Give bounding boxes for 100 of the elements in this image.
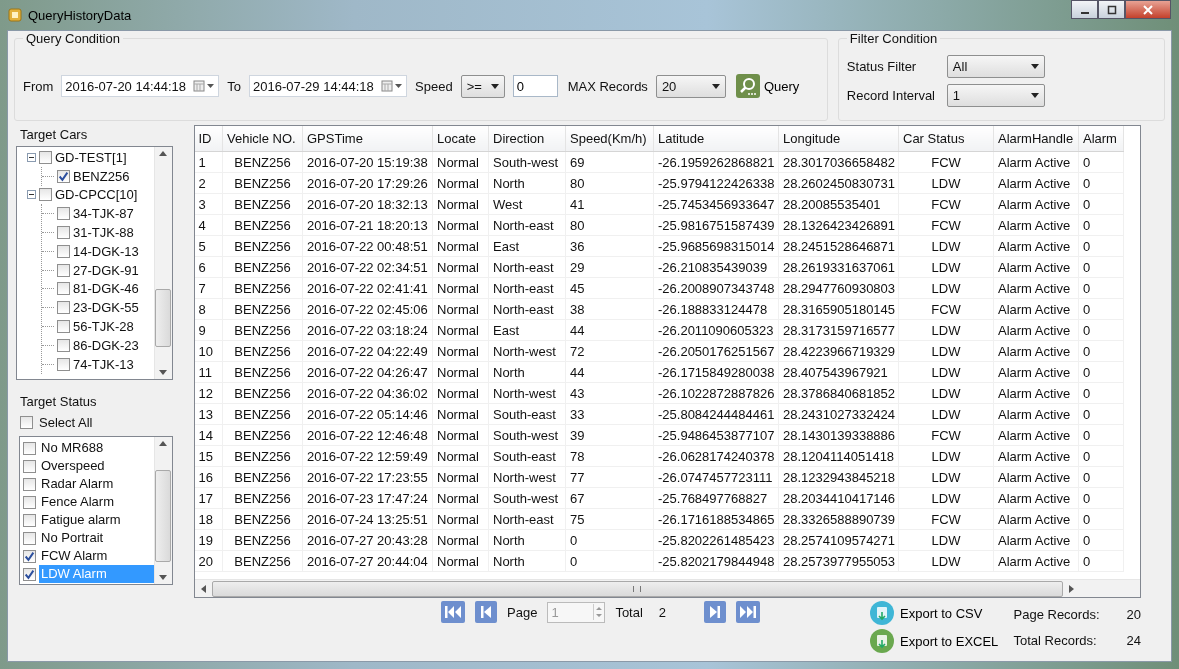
- table-cell: BENZ256: [222, 445, 303, 467]
- scrollbar[interactable]: [153, 437, 172, 584]
- table-cell: 14: [194, 424, 223, 446]
- checkbox[interactable]: [23, 549, 36, 563]
- export-button[interactable]: Export to CSV: [870, 601, 999, 625]
- checkbox[interactable]: [57, 169, 70, 183]
- table-cell: Normal: [432, 151, 489, 173]
- checkbox[interactable]: [57, 282, 70, 296]
- checkbox[interactable]: [57, 207, 70, 221]
- status-item[interactable]: Radar Alarm: [39, 475, 154, 493]
- table-cell: Alarm Active: [993, 382, 1079, 404]
- column-header[interactable]: ID: [194, 126, 223, 152]
- checkbox[interactable]: [23, 459, 36, 473]
- collapse-icon[interactable]: [27, 190, 36, 200]
- status-item[interactable]: Overspeed: [39, 457, 154, 475]
- column-header[interactable]: Alarm: [1078, 126, 1124, 152]
- tree-item-label[interactable]: 23-DGK-55: [73, 300, 139, 316]
- tree-item-label[interactable]: 27-DGK-91: [73, 262, 139, 278]
- checkbox[interactable]: [39, 150, 52, 164]
- checkbox[interactable]: [57, 226, 70, 240]
- tree-group-label[interactable]: GD-TEST[1]: [55, 149, 127, 165]
- close-button[interactable]: [1125, 0, 1171, 19]
- column-header[interactable]: Vehicle NO.: [222, 126, 303, 152]
- scrollbar[interactable]: [153, 147, 172, 379]
- table-cell: 28.1430139338886: [778, 424, 899, 446]
- table-cell: Normal: [432, 424, 489, 446]
- last-page-button[interactable]: [736, 601, 761, 623]
- scroll-thumb[interactable]: [155, 469, 171, 562]
- column-header[interactable]: Direction: [488, 126, 566, 152]
- column-header[interactable]: AlarmHandle: [993, 126, 1079, 152]
- checkbox[interactable]: [23, 567, 36, 581]
- table-cell: 0: [1078, 172, 1124, 194]
- table-cell: Normal: [432, 487, 489, 509]
- column-header[interactable]: Speed(Km/h): [565, 126, 654, 152]
- table-cell: 0: [565, 550, 654, 572]
- tree-item-label[interactable]: 31-TJK-88: [73, 225, 134, 241]
- collapse-icon[interactable]: [27, 152, 36, 162]
- tree-group-label[interactable]: GD-CPCC[10]: [55, 187, 138, 203]
- scroll-left-icon[interactable]: [200, 584, 206, 593]
- checkbox[interactable]: [39, 188, 52, 202]
- previous-page-button[interactable]: [475, 601, 497, 623]
- status-item[interactable]: No Portrait: [39, 529, 154, 547]
- from-date-picker[interactable]: 2016-07-20 14:44:18: [61, 75, 220, 97]
- status-filter-dropdown[interactable]: All: [946, 55, 1045, 78]
- column-header[interactable]: Longitude: [778, 126, 899, 152]
- checkbox[interactable]: [57, 263, 70, 277]
- checkbox[interactable]: [23, 513, 36, 527]
- checkbox[interactable]: [23, 441, 36, 455]
- tree-item-label[interactable]: BENZ256: [73, 168, 130, 184]
- checkbox[interactable]: [23, 477, 36, 491]
- record-interval-dropdown[interactable]: 1: [946, 84, 1045, 107]
- table-cell: BENZ256: [222, 508, 303, 530]
- table-cell: 0: [1078, 256, 1124, 278]
- checkbox[interactable]: [57, 338, 70, 352]
- table-cell: LDW: [898, 277, 994, 299]
- max-records-dropdown[interactable]: 20: [655, 74, 726, 98]
- tree-item-label[interactable]: 56-TJK-28: [73, 319, 134, 335]
- to-date-picker[interactable]: 2016-07-29 14:44:18: [249, 75, 408, 97]
- column-header[interactable]: GPSTime: [302, 126, 433, 152]
- scroll-up-icon[interactable]: [159, 441, 167, 446]
- tree-item-label[interactable]: 14-DGK-13: [73, 243, 139, 259]
- select-all-label[interactable]: Select All: [39, 415, 93, 430]
- tree-item-label[interactable]: 86-DGK-23: [73, 337, 139, 353]
- maximize-icon: [1105, 4, 1118, 15]
- scroll-down-icon[interactable]: [159, 370, 167, 375]
- table-cell: LDW: [898, 529, 994, 551]
- first-page-button[interactable]: [441, 601, 465, 623]
- scroll-up-icon[interactable]: [159, 151, 167, 156]
- checkbox[interactable]: [20, 416, 33, 429]
- scroll-down-icon[interactable]: [159, 575, 167, 580]
- checkbox[interactable]: [57, 320, 70, 334]
- tree-item-label[interactable]: 34-TJK-87: [73, 206, 134, 222]
- checkbox[interactable]: [23, 531, 36, 545]
- next-page-button[interactable]: [704, 601, 727, 623]
- column-header[interactable]: Car Status: [898, 126, 994, 152]
- status-item[interactable]: No MR688: [39, 439, 154, 457]
- table-cell: 2016-07-22 04:26:47: [302, 361, 433, 383]
- table-cell: Normal: [432, 466, 489, 488]
- status-item[interactable]: FCW Alarm: [39, 547, 154, 565]
- column-header[interactable]: Latitude: [653, 126, 779, 152]
- checkbox[interactable]: [57, 301, 70, 315]
- checkbox[interactable]: [57, 244, 70, 258]
- status-item[interactable]: Fence Alarm: [39, 493, 154, 511]
- table-cell: FCW: [898, 151, 994, 173]
- query-button[interactable]: Query: [735, 74, 800, 98]
- scroll-thumb[interactable]: [155, 289, 171, 347]
- table-cell: 28.3165905180145: [778, 298, 899, 320]
- tree-item-label[interactable]: 81-DGK-46: [73, 281, 139, 297]
- scroll-right-icon[interactable]: [1068, 584, 1074, 593]
- column-header[interactable]: Locate: [432, 126, 489, 152]
- speed-input[interactable]: 0: [512, 75, 558, 97]
- export-button[interactable]: Export to EXCEL: [870, 629, 999, 653]
- speed-operator-dropdown[interactable]: >=: [460, 74, 505, 98]
- search-icon: [735, 74, 760, 98]
- tree-item-label[interactable]: 74-TJK-13: [73, 356, 134, 372]
- maximize-button[interactable]: [1098, 0, 1125, 19]
- checkbox[interactable]: [23, 495, 36, 509]
- minimize-button[interactable]: [1071, 0, 1098, 19]
- status-item[interactable]: Fatigue alarm: [39, 511, 154, 529]
- checkbox[interactable]: [57, 357, 70, 371]
